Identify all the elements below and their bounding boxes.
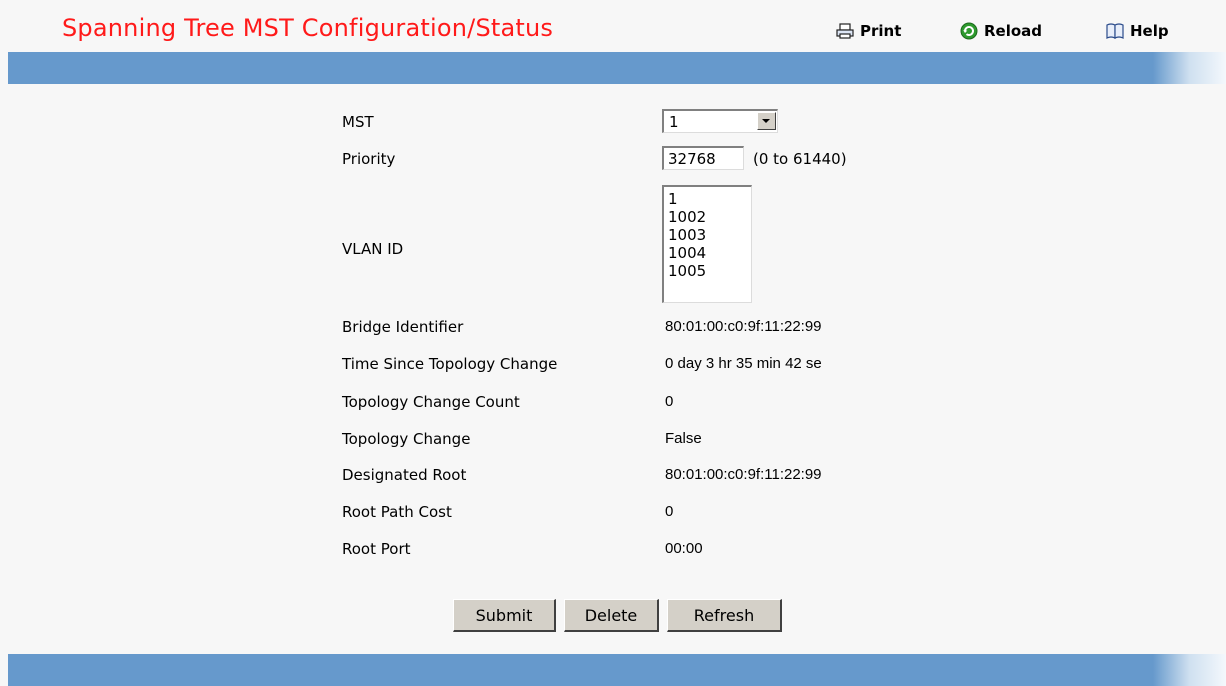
page-title: Spanning Tree MST Configuration/Status bbox=[62, 14, 554, 42]
status-value: 80:01:00:c0:9f:11:22:99 bbox=[665, 466, 822, 483]
help-book-icon bbox=[1106, 23, 1124, 39]
mst-selected-value: 1 bbox=[669, 113, 679, 131]
status-label: Bridge Identifier bbox=[342, 318, 464, 336]
status-value: 0 day 3 hr 35 min 42 se bbox=[665, 355, 822, 372]
priority-label: Priority bbox=[342, 150, 396, 168]
status-label: Time Since Topology Change bbox=[342, 355, 558, 373]
status-row-bridge-identifier: Bridge Identifier 80:01:00:c0:9f:11:22:9… bbox=[0, 315, 1226, 339]
vlan-option[interactable]: 1004 bbox=[668, 244, 751, 262]
status-row-root-path-cost: Root Path Cost 0 bbox=[0, 500, 1226, 524]
vlan-listbox[interactable]: 1 1002 1003 1004 1005 bbox=[662, 185, 752, 303]
status-row-topology-change: Topology Change False bbox=[0, 427, 1226, 451]
priority-input[interactable] bbox=[662, 146, 744, 170]
print-link[interactable]: Print bbox=[836, 20, 901, 42]
help-link[interactable]: Help bbox=[1106, 20, 1169, 42]
chevron-down-icon[interactable] bbox=[757, 112, 776, 130]
delete-button[interactable]: Delete bbox=[564, 599, 659, 632]
status-row-root-port: Root Port 00:00 bbox=[0, 537, 1226, 561]
reload-icon bbox=[960, 22, 978, 40]
submit-button[interactable]: Submit bbox=[453, 599, 556, 632]
status-row-designated-root: Designated Root 80:01:00:c0:9f:11:22:99 bbox=[0, 463, 1226, 487]
status-value: 00:00 bbox=[665, 540, 703, 557]
status-value: 0 bbox=[665, 393, 674, 410]
vlan-option[interactable]: 1002 bbox=[668, 208, 751, 226]
status-value: 0 bbox=[665, 503, 674, 520]
header-bar bbox=[8, 52, 1226, 84]
mst-row: MST bbox=[0, 110, 1226, 134]
status-value: False bbox=[665, 430, 702, 447]
refresh-button[interactable]: Refresh bbox=[667, 599, 782, 632]
help-label: Help bbox=[1130, 22, 1169, 40]
status-row-time-since-topology-change: Time Since Topology Change 0 day 3 hr 35… bbox=[0, 352, 1226, 376]
status-row-topology-change-count: Topology Change Count 0 bbox=[0, 390, 1226, 414]
vlan-option[interactable]: 1 bbox=[668, 190, 751, 208]
reload-label: Reload bbox=[984, 22, 1043, 40]
printer-icon bbox=[836, 23, 854, 39]
vlan-option[interactable]: 1005 bbox=[668, 262, 751, 280]
status-label: Topology Change bbox=[342, 430, 471, 448]
print-label: Print bbox=[860, 22, 902, 40]
reload-link[interactable]: Reload bbox=[960, 20, 1042, 42]
vlan-row: VLAN ID bbox=[0, 237, 1226, 261]
mst-label: MST bbox=[342, 113, 374, 131]
vlan-label: VLAN ID bbox=[342, 240, 404, 258]
status-value: 80:01:00:c0:9f:11:22:99 bbox=[665, 318, 822, 335]
priority-range-hint: (0 to 61440) bbox=[753, 150, 847, 168]
priority-row: Priority bbox=[0, 147, 1226, 171]
status-label: Designated Root bbox=[342, 466, 467, 484]
status-label: Root Port bbox=[342, 540, 411, 558]
status-label: Topology Change Count bbox=[342, 393, 520, 411]
mst-select[interactable]: 1 bbox=[662, 109, 778, 133]
status-label: Root Path Cost bbox=[342, 503, 452, 521]
footer-bar bbox=[8, 654, 1226, 686]
vlan-option[interactable]: 1003 bbox=[668, 226, 751, 244]
